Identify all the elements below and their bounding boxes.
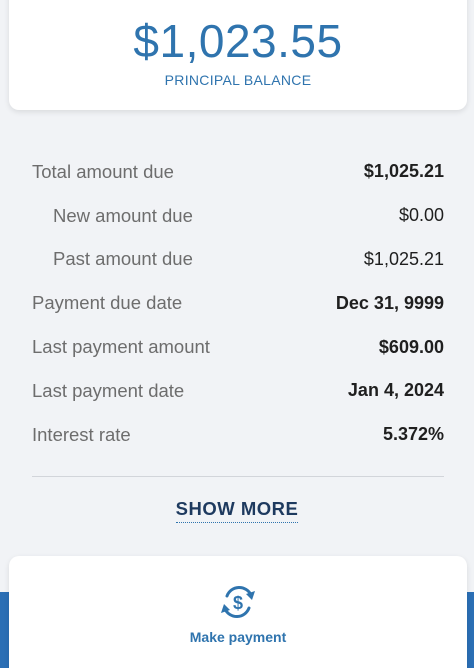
past-amount-due-value: $1,025.21 xyxy=(363,248,444,269)
svg-text:$: $ xyxy=(233,593,243,613)
new-amount-due-label: New amount due xyxy=(53,204,193,226)
new-amount-due-value: $0.00 xyxy=(398,205,444,226)
new-amount-due-row: New amount due $0.00 xyxy=(32,194,444,238)
interest-rate-value: 5.372% xyxy=(382,424,444,445)
last-payment-date-value: Jan 4, 2024 xyxy=(347,380,444,401)
past-amount-due-label: Past amount due xyxy=(53,248,193,270)
show-more-container: SHOW MORE xyxy=(0,498,474,523)
total-amount-due-label: Total amount due xyxy=(32,160,174,182)
payment-due-date-row: Payment due date Dec 31, 9999 xyxy=(32,281,444,325)
dollar-refresh-icon: $ xyxy=(221,585,255,619)
total-amount-due-value: $1,025.21 xyxy=(363,161,444,182)
make-payment-button[interactable]: $ Make payment xyxy=(9,556,467,668)
loan-details-list: Total amount due $1,025.21 New amount du… xyxy=(32,150,444,457)
interest-rate-label: Interest rate xyxy=(32,423,131,445)
principal-balance-amount: $1,023.55 xyxy=(133,15,343,67)
last-payment-date-row: Last payment date Jan 4, 2024 xyxy=(32,369,444,413)
principal-balance-label: PRINCIPAL BALANCE xyxy=(164,72,312,88)
last-payment-amount-row: Last payment amount $609.00 xyxy=(32,325,444,369)
last-payment-amount-label: Last payment amount xyxy=(32,336,210,358)
interest-rate-row: Interest rate 5.372% xyxy=(32,413,444,457)
show-more-link[interactable]: SHOW MORE xyxy=(175,498,299,523)
total-amount-due-row: Total amount due $1,025.21 xyxy=(32,150,444,194)
payment-due-date-label: Payment due date xyxy=(32,292,183,314)
last-payment-date-label: Last payment date xyxy=(32,379,185,401)
make-payment-label: Make payment xyxy=(189,629,287,645)
principal-balance-card: $1,023.55 PRINCIPAL BALANCE xyxy=(9,0,467,110)
payment-due-date-value: Dec 31, 9999 xyxy=(335,292,444,313)
details-divider xyxy=(32,476,444,477)
last-payment-amount-value: $609.00 xyxy=(378,336,444,357)
past-amount-due-row: Past amount due $1,025.21 xyxy=(32,238,444,282)
